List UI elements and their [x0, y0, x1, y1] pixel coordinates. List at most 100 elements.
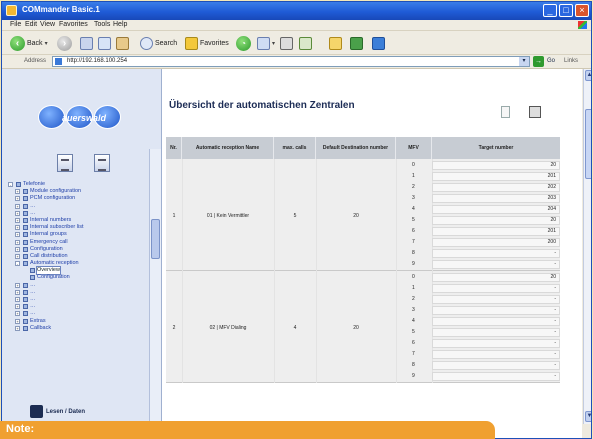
title-bar[interactable]: COMmander Basic.1 _ □ ×: [2, 2, 591, 20]
back-button[interactable]: ‹ Back ▾: [10, 35, 48, 51]
expand-node-icon[interactable]: +: [15, 203, 20, 209]
document-icon[interactable]: [501, 106, 510, 118]
menu-edit[interactable]: Edit: [25, 21, 37, 28]
edit-button[interactable]: [299, 35, 312, 51]
tree-item[interactable]: +…: [8, 282, 148, 289]
discuss-button[interactable]: [372, 35, 385, 51]
expand-node-icon[interactable]: +: [15, 253, 20, 259]
expand-node-icon[interactable]: +: [15, 318, 20, 324]
tree-item[interactable]: + Call distribution: [8, 253, 148, 260]
tree-item[interactable]: + Internal numbers: [8, 217, 148, 224]
target-number-field[interactable]: 203: [432, 194, 560, 203]
tree-vertical-scrollbar[interactable]: [149, 149, 161, 438]
target-number-field[interactable]: 20: [432, 161, 560, 170]
scroll-down-icon[interactable]: ▼: [585, 411, 591, 422]
target-number-field[interactable]: -: [432, 372, 560, 381]
tree-item[interactable]: + Emergency call: [8, 239, 148, 246]
print-page-icon[interactable]: [529, 106, 541, 118]
folder-button[interactable]: [329, 35, 342, 51]
expand-node-icon[interactable]: +: [15, 239, 20, 245]
tree-item[interactable]: + Internal subscriber list: [8, 224, 148, 231]
expand-node-icon[interactable]: +: [15, 217, 20, 223]
address-input[interactable]: http://192.168.100.254: [52, 56, 530, 67]
address-dropdown-icon[interactable]: ▾: [519, 57, 529, 66]
tree-item[interactable]: + Internal groups: [8, 231, 148, 238]
menu-favorites[interactable]: Favorites: [59, 21, 88, 28]
expand-node-icon[interactable]: +: [15, 304, 20, 310]
target-number-field[interactable]: 201: [432, 172, 560, 181]
tree-item[interactable]: + Configuration: [8, 246, 148, 253]
home-button[interactable]: [116, 35, 129, 51]
tree-item[interactable]: Configuration: [8, 274, 148, 281]
target-number-field[interactable]: -: [432, 260, 560, 269]
target-number-field[interactable]: -: [432, 328, 560, 337]
tree-item[interactable]: + Callback: [8, 325, 148, 332]
collapse-node-icon[interactable]: -: [15, 261, 20, 267]
go-button[interactable]: Go: [547, 58, 555, 64]
target-number-field[interactable]: -: [432, 284, 560, 293]
collapse-all-icon[interactable]: [94, 154, 110, 172]
target-number-field[interactable]: -: [432, 249, 560, 258]
target-number-field[interactable]: -: [432, 317, 560, 326]
maximize-button[interactable]: □: [559, 4, 573, 17]
target-number-field[interactable]: -: [432, 361, 560, 370]
stop-button[interactable]: [80, 35, 93, 51]
tree-item[interactable]: + Extras: [8, 318, 148, 325]
links-button[interactable]: Links: [564, 58, 578, 64]
collapse-node-icon[interactable]: -: [8, 182, 13, 187]
target-number-field[interactable]: 200: [432, 238, 560, 247]
tree-item[interactable]: +…: [8, 296, 148, 303]
tree-item[interactable]: Overview: [8, 266, 148, 276]
target-number-field[interactable]: -: [432, 350, 560, 359]
tree-item[interactable]: - Telefonie: [8, 181, 148, 188]
target-number-field[interactable]: -: [432, 295, 560, 304]
expand-node-icon[interactable]: +: [15, 210, 20, 216]
expand-node-icon[interactable]: +: [15, 246, 20, 252]
expand-node-icon[interactable]: +: [15, 311, 20, 317]
close-button[interactable]: ×: [575, 4, 589, 17]
content-scroll-thumb[interactable]: [585, 109, 591, 179]
expand-node-icon[interactable]: +: [15, 297, 20, 302]
favorites-button[interactable]: Favorites: [185, 35, 229, 51]
tree-item[interactable]: + PCM configuration: [8, 195, 148, 202]
expand-node-icon[interactable]: +: [15, 225, 20, 231]
expand-all-icon[interactable]: [57, 154, 73, 172]
tree-item[interactable]: - Automatic reception: [8, 260, 148, 267]
target-number-field[interactable]: 204: [432, 205, 560, 214]
target-number-field[interactable]: 201: [432, 227, 560, 236]
expand-node-icon[interactable]: +: [15, 189, 20, 195]
target-number-field[interactable]: -: [432, 306, 560, 315]
expand-node-icon[interactable]: +: [15, 282, 20, 288]
tree-item[interactable]: +…: [8, 289, 148, 296]
expand-node-icon[interactable]: +: [15, 232, 20, 238]
tree-item[interactable]: +…: [8, 303, 148, 310]
tree-scroll-thumb[interactable]: [151, 219, 160, 259]
forward-button[interactable]: ›: [57, 35, 72, 51]
expand-node-icon[interactable]: +: [15, 325, 20, 331]
home-icon: [116, 36, 129, 50]
search-button[interactable]: Search: [140, 35, 177, 51]
minimize-button[interactable]: _: [543, 4, 557, 17]
expand-node-icon[interactable]: +: [15, 289, 20, 295]
history-button[interactable]: ◔: [236, 35, 251, 51]
content-vertical-scrollbar[interactable]: ▲ ▼: [583, 69, 591, 424]
target-number-field[interactable]: -: [432, 339, 560, 348]
scroll-up-icon[interactable]: ▲: [585, 70, 591, 81]
target-number-field[interactable]: 20: [432, 273, 560, 282]
refresh-button[interactable]: [98, 35, 111, 51]
menu-help[interactable]: Help: [113, 21, 127, 28]
go-arrow-icon[interactable]: →: [533, 56, 544, 67]
target-number-field[interactable]: 202: [432, 183, 560, 192]
menu-file[interactable]: File: [10, 21, 21, 28]
mail-button[interactable]: ▾: [257, 35, 275, 51]
tree-item[interactable]: +…: [8, 210, 148, 217]
tree-item[interactable]: +…: [8, 310, 148, 317]
tree-item[interactable]: + Module configuration: [8, 188, 148, 195]
target-number-field[interactable]: 20: [432, 216, 560, 225]
menu-view[interactable]: View: [40, 21, 55, 28]
messenger-button[interactable]: [350, 35, 363, 51]
tree-item[interactable]: +…: [8, 203, 148, 210]
menu-tools[interactable]: Tools: [94, 21, 110, 28]
print-button[interactable]: [280, 35, 293, 51]
expand-node-icon[interactable]: +: [15, 196, 20, 202]
